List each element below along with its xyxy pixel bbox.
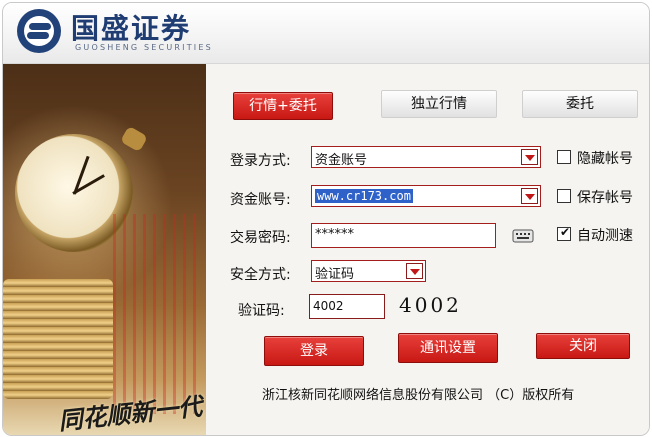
login-window: 国盛证券 GUOSHENG SECURITIES 同花顺新一代 行情+委托 独立…: [2, 2, 650, 436]
keyboard-icon[interactable]: [512, 228, 534, 244]
login-method-select[interactable]: 资金账号: [311, 146, 541, 168]
chevron-down-icon[interactable]: [521, 149, 538, 165]
brand-logo-icon: [17, 9, 61, 53]
auto-speedtest-checkbox[interactable]: ✔: [557, 225, 571, 241]
security-method-value: 验证码: [315, 267, 355, 282]
brand-name: 国盛证券: [71, 12, 192, 45]
header: 国盛证券 GUOSHENG SECURITIES: [3, 3, 649, 64]
coin-stack-icon: [3, 279, 113, 399]
mode-quote-only-button[interactable]: 独立行情: [381, 90, 497, 118]
comm-settings-button[interactable]: 通讯设置: [398, 333, 498, 363]
login-button[interactable]: 登录: [264, 336, 364, 366]
login-method-value: 资金账号: [315, 153, 368, 168]
promo-image: 同花顺新一代: [3, 64, 206, 435]
login-method-label: 登录方式:: [230, 153, 291, 169]
save-account-label: 保存帐号: [577, 190, 633, 206]
mode-quote-trade-button[interactable]: 行情+委托: [233, 92, 333, 120]
account-label: 资金账号:: [230, 192, 291, 208]
copyright-text: 浙江核新同花顺网络信息股份有限公司 （C）版权所有: [262, 388, 575, 403]
auto-speedtest-label: 自动测速: [577, 228, 633, 244]
brand-subtitle: GUOSHENG SECURITIES: [75, 43, 213, 52]
checkmark-icon: ✔: [560, 225, 571, 239]
hide-account-label: 隐藏帐号: [577, 151, 633, 167]
close-button[interactable]: 关闭: [536, 333, 630, 359]
password-label: 交易密码:: [230, 230, 291, 246]
captcha-value: 4002: [313, 299, 344, 313]
captcha-input[interactable]: 4002: [309, 294, 385, 319]
password-value: ******: [315, 227, 354, 242]
security-method-select[interactable]: 验证码: [311, 260, 426, 282]
hide-account-checkbox[interactable]: [557, 150, 571, 164]
mode-trade-only-button[interactable]: 委托: [522, 90, 638, 118]
save-account-checkbox[interactable]: [557, 189, 571, 203]
security-method-label: 安全方式:: [230, 267, 291, 283]
captcha-image[interactable]: 4002: [399, 293, 462, 317]
captcha-label: 验证码:: [238, 303, 285, 319]
login-panel: 行情+委托 独立行情 委托 登录方式: 资金账号 隐藏帐号 资金账号: www.…: [206, 64, 649, 435]
password-input[interactable]: ******: [311, 223, 496, 248]
chevron-down-icon[interactable]: [521, 188, 538, 204]
chevron-down-icon[interactable]: [406, 263, 423, 279]
account-input[interactable]: www.cr173.com: [311, 185, 541, 207]
account-value: www.cr173.com: [315, 189, 413, 203]
